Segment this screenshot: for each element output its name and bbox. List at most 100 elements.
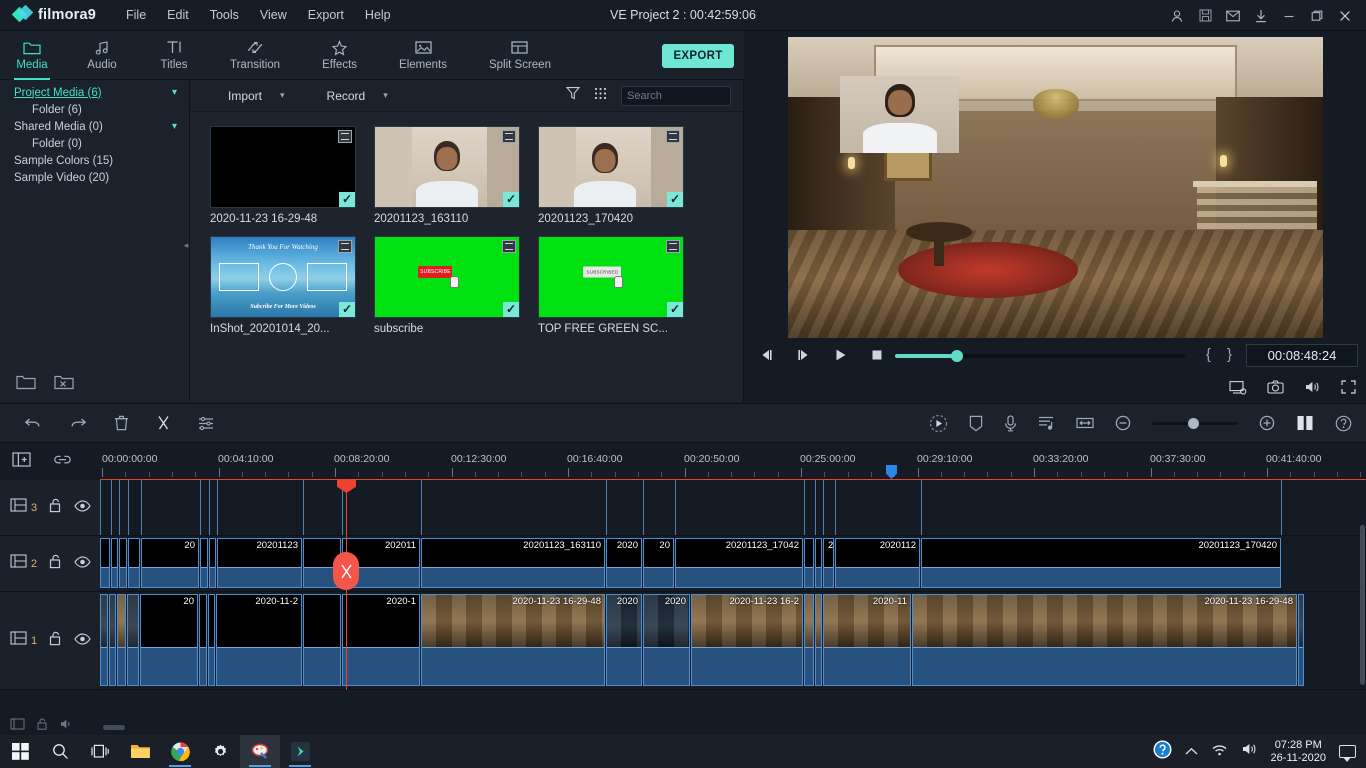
volume-icon[interactable] bbox=[1304, 380, 1321, 394]
timeline-clip[interactable] bbox=[815, 594, 822, 686]
detach-icon[interactable] bbox=[1296, 415, 1314, 431]
library-collapse-handle[interactable]: ◂ bbox=[182, 232, 190, 258]
prev-frame-icon[interactable] bbox=[759, 348, 774, 362]
zoom-slider-knob[interactable] bbox=[1188, 417, 1199, 429]
tree-item-project-media[interactable]: Project Media (6) ▾ bbox=[0, 84, 189, 101]
search-box[interactable] bbox=[621, 85, 781, 106]
maximize-button[interactable] bbox=[1304, 3, 1330, 29]
tree-item-folder-6[interactable]: Folder (6) bbox=[0, 101, 189, 118]
tab-titles[interactable]: Titles bbox=[148, 31, 200, 80]
display-settings-icon[interactable] bbox=[1229, 380, 1247, 395]
timeline-clip[interactable]: 2020-11 bbox=[823, 594, 911, 686]
tab-effects[interactable]: Effects bbox=[312, 31, 367, 80]
menu-edit[interactable]: Edit bbox=[157, 4, 199, 26]
media-thumbnail[interactable]: Thank You For Watching Subcribe For More… bbox=[210, 236, 356, 318]
timeline-clip[interactable] bbox=[815, 538, 822, 588]
settings-sliders-icon[interactable] bbox=[198, 416, 214, 431]
unlock-icon[interactable] bbox=[37, 717, 48, 735]
track-3-body[interactable] bbox=[100, 480, 1366, 535]
undo-icon[interactable] bbox=[24, 416, 42, 431]
split-scissors-icon[interactable] bbox=[156, 415, 171, 431]
timeline-clip[interactable]: 2020 bbox=[606, 594, 642, 686]
file-explorer-icon[interactable] bbox=[120, 735, 160, 768]
picture-in-picture-overlay[interactable] bbox=[840, 76, 959, 153]
timeline-clip[interactable]: 2020-11-23 16-29-48 bbox=[421, 594, 605, 686]
zoom-in-icon[interactable] bbox=[1259, 415, 1275, 431]
track-1-header[interactable]: 1 bbox=[0, 592, 100, 689]
start-icon[interactable] bbox=[0, 735, 40, 768]
timeline-clip[interactable] bbox=[127, 594, 139, 686]
menu-tools[interactable]: Tools bbox=[200, 4, 249, 26]
play-icon[interactable] bbox=[833, 348, 848, 362]
volume-slider-knob[interactable] bbox=[951, 350, 963, 362]
tree-item-folder-0[interactable]: Folder (0) bbox=[0, 135, 189, 152]
timeline-clip[interactable] bbox=[119, 538, 127, 588]
tree-item-shared-media[interactable]: Shared Media (0) ▾ bbox=[0, 118, 189, 135]
timeline-clip[interactable] bbox=[128, 538, 140, 588]
timeline-clip[interactable]: 20 bbox=[643, 538, 674, 588]
eye-icon[interactable] bbox=[74, 499, 91, 517]
timeline-clip[interactable]: 20201123 bbox=[823, 538, 834, 588]
track-4-header[interactable] bbox=[10, 717, 74, 735]
record-button[interactable]: Record ▾ bbox=[327, 89, 388, 103]
notification-icon[interactable] bbox=[1339, 745, 1356, 762]
track-1-body[interactable]: 20 2020-11-2 2020-1 2020-11-23 16-29-48 2020… bbox=[100, 592, 1366, 689]
media-item[interactable]: Thank You For Watching Subcribe For More… bbox=[210, 236, 356, 335]
help-circle-icon[interactable] bbox=[1153, 740, 1172, 764]
timeline-clip[interactable] bbox=[804, 538, 814, 588]
filmora-icon[interactable] bbox=[280, 735, 320, 768]
link-icon[interactable] bbox=[53, 452, 72, 472]
media-thumbnail[interactable]: ✓ bbox=[210, 126, 356, 208]
timeline-clip[interactable]: 20201123 bbox=[217, 538, 302, 588]
paint-icon[interactable] bbox=[240, 735, 280, 768]
media-item[interactable]: SUBSCRIBE ✓ subscribe bbox=[374, 236, 520, 335]
media-thumbnail[interactable]: ✓ bbox=[538, 126, 684, 208]
minimize-button[interactable] bbox=[1276, 3, 1302, 29]
timeline-clip[interactable] bbox=[199, 594, 207, 686]
stop-icon[interactable] bbox=[870, 348, 884, 362]
timeline-ruler[interactable]: 00:00:00:00 00:04:10:00 00:08:20:00 00:1… bbox=[100, 443, 1366, 480]
timeline-clip[interactable]: 2020 bbox=[643, 594, 690, 686]
split-indicator[interactable] bbox=[333, 552, 359, 590]
snapshot-icon[interactable] bbox=[1267, 380, 1284, 394]
fit-timeline-icon[interactable] bbox=[1076, 416, 1094, 430]
save-icon[interactable] bbox=[1192, 3, 1218, 29]
add-track-icon[interactable] bbox=[12, 451, 31, 473]
unlock-icon[interactable] bbox=[49, 554, 62, 574]
timeline-clip[interactable] bbox=[303, 594, 341, 686]
tab-audio[interactable]: Audio bbox=[76, 31, 128, 80]
chevron-down-icon[interactable]: ▾ bbox=[172, 87, 177, 98]
eye-icon[interactable] bbox=[74, 632, 91, 650]
media-item[interactable]: SUBSCRIBED ✓ TOP FREE GREEN SC... bbox=[538, 236, 684, 335]
chevron-up-icon[interactable] bbox=[1185, 743, 1198, 761]
redo-icon[interactable] bbox=[69, 416, 87, 431]
unlock-icon[interactable] bbox=[49, 498, 62, 518]
timeline-clip[interactable]: 20201123_163110 bbox=[421, 538, 605, 588]
timeline-clip[interactable]: 20201123_170420 bbox=[921, 538, 1281, 588]
chevron-down-icon[interactable]: ▾ bbox=[172, 121, 177, 132]
chevron-down-icon[interactable]: ▾ bbox=[383, 90, 388, 101]
timeline-clip[interactable]: 2020-1 bbox=[342, 594, 420, 686]
volume-slider[interactable] bbox=[895, 350, 1185, 362]
audio-mixer-icon[interactable] bbox=[1038, 415, 1055, 431]
timeline-clip[interactable] bbox=[109, 594, 116, 686]
timeline-clip[interactable] bbox=[111, 538, 118, 588]
preview-video[interactable] bbox=[788, 37, 1323, 338]
marker-icon[interactable] bbox=[969, 415, 983, 432]
search-icon[interactable] bbox=[40, 735, 80, 768]
media-thumbnail[interactable]: ✓ bbox=[374, 126, 520, 208]
timeline-clip[interactable] bbox=[1298, 594, 1304, 686]
close-button[interactable] bbox=[1332, 3, 1358, 29]
task-view-icon[interactable] bbox=[80, 735, 120, 768]
media-item[interactable]: ✓ 20201123_163110 bbox=[374, 126, 520, 225]
tab-elements[interactable]: Elements bbox=[389, 31, 457, 80]
tree-item-sample-colors[interactable]: Sample Colors (15) bbox=[0, 152, 189, 169]
tab-media[interactable]: Media bbox=[6, 31, 58, 80]
media-thumbnail[interactable]: SUBSCRIBED ✓ bbox=[538, 236, 684, 318]
menu-file[interactable]: File bbox=[116, 4, 156, 26]
speaker-icon[interactable] bbox=[60, 717, 74, 735]
zoom-out-icon[interactable] bbox=[1115, 415, 1131, 431]
timeline-clip[interactable]: 2020112 bbox=[835, 538, 920, 588]
timeline-clip[interactable] bbox=[100, 594, 108, 686]
tree-item-sample-video[interactable]: Sample Video (20) bbox=[0, 169, 189, 186]
